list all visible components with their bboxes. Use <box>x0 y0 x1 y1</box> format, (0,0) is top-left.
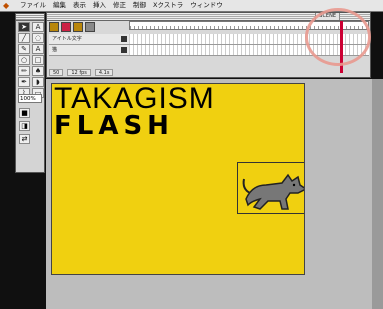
subselect-tool-icon[interactable]: A <box>32 22 44 32</box>
layer-status-icon[interactable] <box>121 36 127 42</box>
toolbox-panel: ➤ A ╱ ◌ ✎ A ○ □ ✏ ♠ ✒ ◗ ⌇ ▭ 100% ■ ◨ ⇄ <box>15 13 45 173</box>
cat-icon <box>242 173 304 210</box>
rect-tool-icon[interactable]: □ <box>32 55 44 65</box>
stage[interactable]: TAKAGISM FLASH <box>51 83 305 275</box>
pen-tool-icon[interactable]: ✎ <box>18 44 30 54</box>
line-tool-icon[interactable]: ╱ <box>18 33 30 43</box>
layer-row[interactable]: 猫 <box>49 45 129 56</box>
oval-tool-icon[interactable]: ○ <box>18 55 30 65</box>
pencil-tool-icon[interactable]: ✏ <box>18 66 30 76</box>
ink-tool-icon[interactable]: ✒ <box>18 77 30 87</box>
toolbox-titlebar[interactable] <box>16 14 44 21</box>
layer-name: アイトル文字 <box>52 36 82 42</box>
menu-modify[interactable]: 修正 <box>113 0 126 11</box>
menu-edit[interactable]: 編集 <box>53 0 66 11</box>
timeline-layer-controls <box>47 21 127 33</box>
bucket-tool-icon[interactable]: ◗ <box>32 77 44 87</box>
menu-control[interactable]: 制御 <box>133 0 146 11</box>
stage-workspace: TAKAGISM FLASH <box>46 79 375 309</box>
title-line2: FLASH <box>54 111 174 141</box>
swap-colors-icon[interactable]: ⇄ <box>19 134 30 144</box>
arrow-tool-icon[interactable]: ➤ <box>18 22 30 32</box>
menu-insert[interactable]: 挿入 <box>93 0 106 11</box>
layer-name: 猫 <box>52 47 58 53</box>
delete-layer-icon[interactable] <box>61 22 71 32</box>
insert-layer-icon[interactable] <box>49 22 59 32</box>
pencil-icon[interactable] <box>121 47 127 53</box>
current-frame: 50 <box>49 69 64 76</box>
highlight-circle <box>305 8 371 66</box>
fill-color-icon[interactable]: ◨ <box>19 121 30 131</box>
zoom-select[interactable]: 100% <box>18 94 42 103</box>
elapsed-time: 4.1s <box>94 69 114 76</box>
lasso-tool-icon[interactable]: ◌ <box>32 33 44 43</box>
menu-xtras[interactable]: Xクストラ <box>153 0 183 11</box>
text-tool-icon[interactable]: A <box>32 44 44 54</box>
menu-window[interactable]: ウィンドウ <box>190 0 223 11</box>
apple-menu-icon[interactable]: ◆ <box>3 0 13 11</box>
frame-rate: 12 fps <box>67 69 91 76</box>
menu-view[interactable]: 表示 <box>73 0 86 11</box>
layer-list: アイトル文字 猫 <box>49 34 129 56</box>
title-line1: TAKAGISM <box>54 83 215 115</box>
layer-row[interactable]: アイトル文字 <box>49 34 129 45</box>
cat-symbol[interactable] <box>237 162 304 214</box>
stroke-color-icon[interactable]: ■ <box>19 108 30 118</box>
brush-tool-icon[interactable]: ♠ <box>32 66 44 76</box>
folder-icon[interactable] <box>85 22 95 32</box>
vertical-scrollbar[interactable] <box>372 79 383 309</box>
guide-layer-icon[interactable] <box>73 22 83 32</box>
menu-file[interactable]: ファイル <box>20 0 46 11</box>
timeline-status-bar: 50 12 fps 4.1s <box>49 69 367 76</box>
